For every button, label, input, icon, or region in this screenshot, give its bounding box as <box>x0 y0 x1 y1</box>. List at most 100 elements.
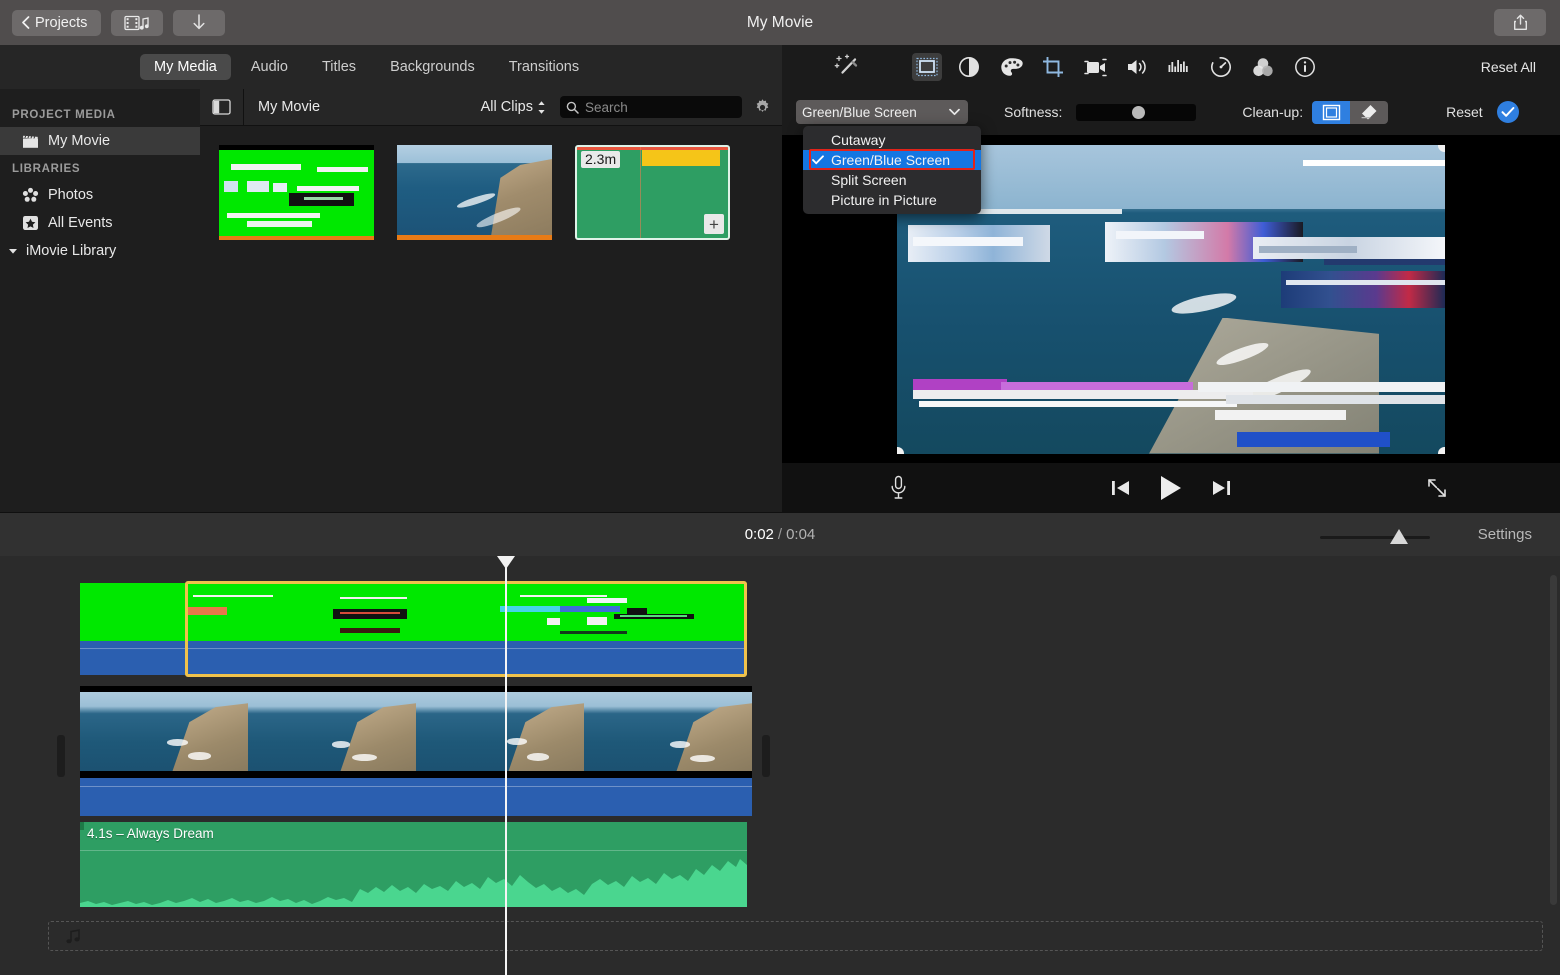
download-arrow-icon <box>192 14 206 31</box>
crop-mask-icon[interactable] <box>1312 100 1351 124</box>
volume-icon[interactable] <box>1122 53 1152 81</box>
disclosure-triangle-icon[interactable] <box>6 244 20 258</box>
projects-back-button[interactable]: Projects <box>12 9 102 36</box>
tab-my-media[interactable]: My Media <box>140 54 231 80</box>
checkmark-icon <box>1501 106 1515 118</box>
skip-next-icon[interactable] <box>1210 478 1232 498</box>
sidebar-toggle-button[interactable] <box>200 88 244 126</box>
title-bar-left-controls: Projects <box>0 9 226 36</box>
photos-flower-icon <box>22 187 39 204</box>
green-screen-thumbnail-image <box>219 145 374 240</box>
current-time: 0:02 <box>744 526 774 543</box>
play-icon[interactable] <box>1158 474 1184 502</box>
tab-transitions[interactable]: Transitions <box>495 54 593 80</box>
sidebar-section-project-media: PROJECT MEDIA <box>12 109 116 121</box>
main-clip-audio-band <box>80 778 752 816</box>
softness-slider-knob[interactable] <box>1132 105 1146 119</box>
timeline-clip-main-video[interactable] <box>80 686 752 816</box>
cleanup-label: Clean-up: <box>1242 104 1304 120</box>
audio-thumbnail: 2.3m + <box>575 145 730 240</box>
zoom-slider-thumb[interactable] <box>1390 529 1408 544</box>
search-placeholder: Search <box>585 99 628 115</box>
softness-slider[interactable] <box>1076 103 1197 121</box>
resize-handle-bottom-left[interactable] <box>897 446 904 454</box>
clip-trim-handle-right[interactable] <box>762 735 770 777</box>
download-button[interactable] <box>173 9 226 36</box>
tab-audio[interactable]: Audio <box>237 54 302 80</box>
music-waveform <box>80 859 747 907</box>
clip-filter-label: All Clips <box>480 99 533 115</box>
info-icon[interactable] <box>1290 53 1320 81</box>
projects-back-label: Projects <box>35 14 88 31</box>
dropdown-item-split-screen[interactable]: Split Screen <box>803 170 981 190</box>
chevron-left-icon <box>21 16 30 29</box>
clip-trim-handle-left[interactable] <box>57 735 65 777</box>
filmstrip-music-icon <box>124 15 150 31</box>
apply-button[interactable] <box>1496 101 1519 123</box>
cleanup-tool-group <box>1312 100 1389 124</box>
overlay-mode-select[interactable]: Green/Blue Screen <box>796 100 968 124</box>
search-input[interactable]: Search <box>560 96 742 118</box>
softness-label: Softness: <box>1004 104 1063 120</box>
sidebar-item-my-movie[interactable]: My Movie <box>0 127 200 155</box>
timeline-clip-music[interactable]: 4.1s – Always Dream <box>80 822 747 907</box>
overlay-reset-button[interactable]: Reset <box>1446 104 1483 120</box>
dropdown-item-cutaway[interactable]: Cutaway <box>803 130 981 150</box>
clip-filmstrip <box>80 686 752 778</box>
media-settings-button[interactable] <box>742 98 782 117</box>
video-overlay-icon[interactable] <box>912 53 942 81</box>
sidebar-item-photos[interactable]: Photos <box>0 181 200 209</box>
sidebar-item-imovie-library[interactable]: iMovie Library <box>0 237 200 265</box>
inspector-icon-group <box>912 53 1320 81</box>
magic-wand-icon <box>834 54 860 80</box>
timeline-zoom-slider[interactable] <box>1320 529 1430 544</box>
sidebar-toggle-icon <box>212 99 231 115</box>
total-time: 0:04 <box>786 526 816 543</box>
media-import-button[interactable] <box>111 9 164 36</box>
sidebar-item-label: iMovie Library <box>26 243 117 259</box>
inspector-toolbar: Reset All <box>782 45 1560 89</box>
media-browser-grid: 2.3m + <box>200 126 782 512</box>
add-to-project-button[interactable]: + <box>704 214 724 234</box>
timeline-header: 0:02/0:04 Settings <box>0 512 1560 556</box>
noise-reduction-icon[interactable] <box>1164 53 1194 81</box>
music-note-icon <box>65 928 82 945</box>
eraser-icon[interactable] <box>1350 100 1389 124</box>
dropdown-item-label: Cutaway <box>831 132 886 148</box>
checkmark-icon <box>812 155 824 165</box>
fullscreen-button[interactable] <box>1426 477 1448 499</box>
sidebar-item-all-events[interactable]: All Events <box>0 209 200 237</box>
dropdown-item-picture-in-picture[interactable]: Picture in Picture <box>803 190 981 210</box>
color-correction-icon[interactable] <box>996 53 1026 81</box>
dropdown-item-green-blue-screen[interactable]: Green/Blue Screen <box>803 150 981 170</box>
search-icon <box>566 101 579 114</box>
media-thumbnail-audio[interactable]: 2.3m + <box>575 145 730 240</box>
auto-enhance-button[interactable] <box>782 54 912 80</box>
audio-drop-zone[interactable] <box>48 921 1543 951</box>
timeline-clip-green-screen[interactable] <box>80 583 747 675</box>
media-thumbnail-ocean[interactable] <box>397 145 552 240</box>
timeline-playhead[interactable] <box>497 556 515 975</box>
timeline[interactable]: 4.1s – Always Dream <box>0 556 1560 975</box>
audio-duration-badge: 2.3m <box>581 151 621 168</box>
fullscreen-icon <box>1426 477 1448 499</box>
share-button[interactable] <box>1494 9 1546 36</box>
time-separator: / <box>777 526 783 543</box>
media-thumbnail-green-screen[interactable] <box>219 145 374 240</box>
tab-backgrounds[interactable]: Backgrounds <box>376 54 489 80</box>
timeline-scrollbar[interactable] <box>1550 575 1557 905</box>
stabilization-icon[interactable] <box>1080 53 1110 81</box>
timeline-settings-button[interactable]: Settings <box>1478 526 1532 543</box>
music-clip-label: 4.1s – Always Dream <box>87 826 214 841</box>
crop-icon[interactable] <box>1038 53 1068 81</box>
media-browser-header: My Movie All Clips Search <box>200 88 782 126</box>
clip-filter-dropdown[interactable]: All Clips <box>481 99 546 115</box>
speed-icon[interactable] <box>1206 53 1236 81</box>
filters-icon[interactable] <box>1248 53 1278 81</box>
reset-all-button[interactable]: Reset All <box>1481 59 1536 75</box>
gear-icon <box>753 98 772 117</box>
tab-titles[interactable]: Titles <box>308 54 370 80</box>
skip-previous-icon[interactable] <box>1110 478 1132 498</box>
color-balance-icon[interactable] <box>954 53 984 81</box>
star-box-icon <box>22 215 39 231</box>
